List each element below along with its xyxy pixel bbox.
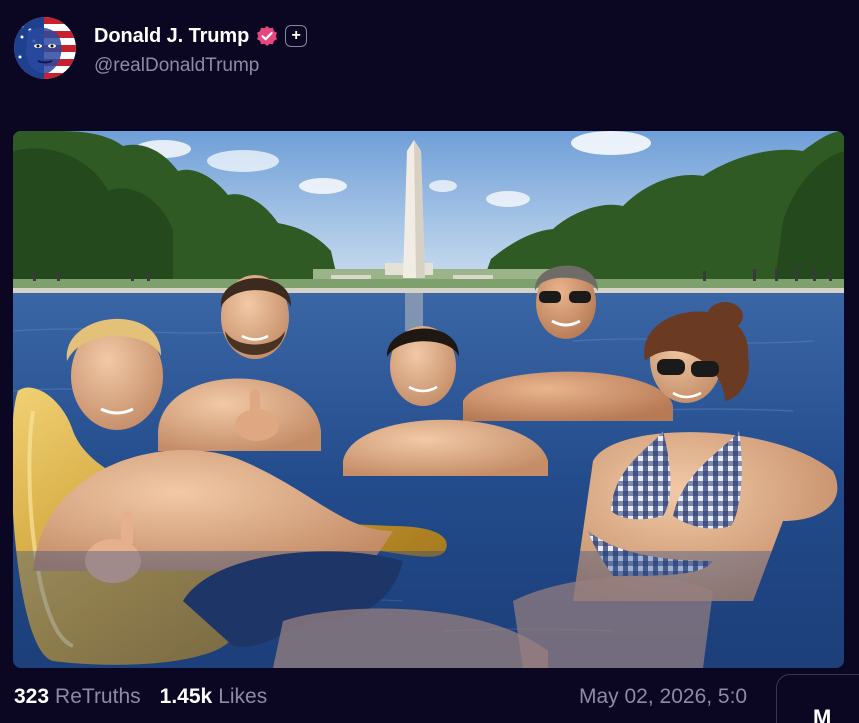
author-display-name[interactable]: Donald J. Trump — [94, 25, 249, 48]
author-avatar[interactable] — [14, 17, 76, 79]
retruths-count: 323 — [14, 685, 50, 708]
retruths-stat[interactable]: 323 ReTruths — [14, 685, 141, 709]
post-timestamp[interactable]: May 02, 2026, 5:0 — [579, 685, 779, 709]
post-media-photo[interactable] — [13, 131, 844, 668]
likes-label: Likes — [218, 685, 268, 708]
likes-count: 1.45k — [159, 685, 213, 708]
verified-badge-icon — [256, 25, 278, 47]
likes-stat[interactable]: 1.45k Likes — [160, 685, 268, 709]
author-handle[interactable]: @realDonaldTrump — [94, 55, 307, 77]
post-stats: 323 ReTruths 1.45k Likes — [14, 685, 267, 713]
retruths-label: ReTruths — [55, 685, 141, 708]
more-button-label: M — [813, 705, 832, 723]
post-header: Donald J. Trump + @realDonaldTrump — [14, 17, 308, 83]
avatar-image — [14, 17, 76, 79]
more-button[interactable]: M — [776, 674, 859, 723]
author-identity: Donald J. Trump + @realDonaldTrump — [94, 23, 308, 77]
photo-image — [13, 131, 844, 668]
truth-post: Donald J. Trump + @realDonaldTrump 323 R… — [0, 0, 859, 723]
author-name-row: Donald J. Trump + — [94, 23, 308, 49]
follow-plus-icon[interactable]: + — [285, 25, 308, 47]
